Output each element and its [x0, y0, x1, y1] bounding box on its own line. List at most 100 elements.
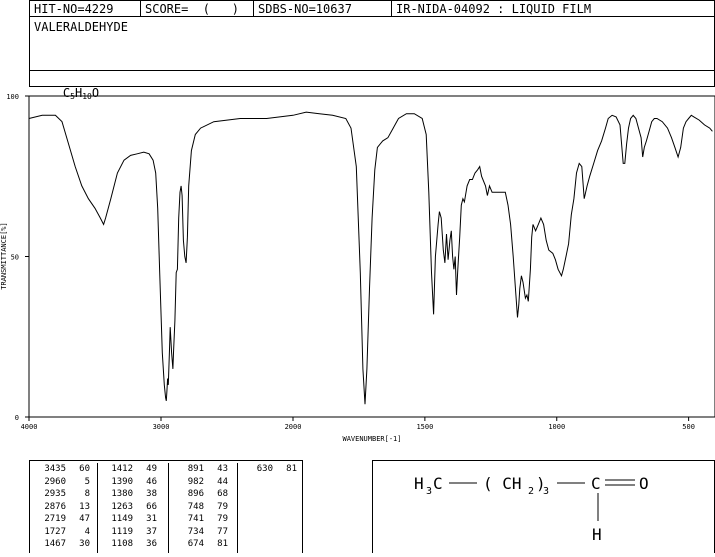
peak-wavenumber: 1727 [44, 526, 66, 537]
peak-transmittance: 79 [217, 514, 228, 524]
y-axis-label: TRANSMITTANCE[%] [0, 222, 8, 289]
peak-wavenumber: 1149 [111, 514, 133, 524]
peak-wavenumber: 1119 [111, 526, 133, 537]
peak-column: 891 43 982 44 896 68 748 79 741 79 734 77 674 81 [168, 463, 238, 553]
compound-name: VALERALDEHYDE [34, 20, 128, 34]
methylene-group: ( CH [483, 474, 522, 493]
spectrum-line [28, 111, 713, 405]
peak-transmittance: 5 [84, 476, 90, 487]
x-tick-label: 4000 [21, 423, 38, 431]
oxygen: O [639, 474, 649, 493]
score-field: SCORE= ( ) [141, 1, 254, 17]
peak-row: 674 81 [168, 538, 237, 551]
sdbs-number: SDBS-NO=10637 [254, 1, 392, 17]
peak-wavenumber: 3435 [44, 464, 66, 474]
peak-wavenumber: 1380 [111, 489, 133, 499]
peak-transmittance: 36 [146, 539, 157, 549]
peak-row: 2960 5 [30, 476, 97, 489]
peak-row: 896 68 [168, 488, 237, 501]
header-bar: HIT-NO=4229 SCORE= ( ) SDBS-NO=10637 IR-… [29, 0, 715, 17]
peak-transmittance: 30 [79, 539, 90, 549]
methylene-subscript: 2 [528, 486, 534, 497]
peak-column: 3435 60 2960 5 2935 8 2876 13 2719 47 1727 4 1467 30 [30, 463, 98, 553]
peak-transmittance: 68 [217, 489, 228, 499]
peak-row: 748 79 [168, 501, 237, 514]
peak-row: 2719 47 [30, 513, 97, 526]
y-tick-label: 50 [11, 254, 19, 262]
peak-row: 741 79 [168, 513, 237, 526]
peak-row: 982 44 [168, 476, 237, 489]
x-tick-label: 500 [682, 423, 695, 431]
peak-transmittance: 47 [79, 514, 90, 524]
peak-wavenumber: 2876 [44, 501, 66, 512]
peak-row: 2935 8 [30, 488, 97, 501]
peak-transmittance: 38 [146, 489, 157, 499]
peak-wavenumber: 1108 [111, 539, 133, 549]
structure-box: H 3 C ( CH 2 ) 3 C O H [372, 460, 715, 553]
peak-transmittance: 79 [217, 501, 228, 512]
x-axis-label: WAVENUMBER[-1] [342, 435, 401, 443]
peak-row: 1149 31 [97, 513, 168, 526]
x-tick-label: 1000 [548, 423, 565, 431]
y-axis-ticks: 0 50 100 [6, 93, 29, 422]
peak-wavenumber: 2960 [44, 476, 66, 487]
peak-row: 1119 37 [97, 526, 168, 539]
x-tick-label: 2000 [285, 423, 302, 431]
peak-wavenumber: 2719 [44, 514, 66, 524]
peak-wavenumber: 1467 [44, 539, 66, 549]
peak-wavenumber: 2935 [44, 489, 66, 499]
carbonyl-carbon: C [591, 474, 601, 493]
peak-wavenumber: 674 [187, 539, 204, 549]
peak-row: 1263 66 [97, 501, 168, 514]
peak-row: 3435 60 [30, 463, 97, 476]
peak-wavenumber: 891 [187, 464, 204, 474]
peak-wavenumber: 748 [187, 501, 204, 512]
peak-column: 630 81 [237, 463, 302, 553]
x-tick-label: 3000 [153, 423, 170, 431]
hit-number: HIT-NO=4229 [30, 1, 141, 17]
plot-frame [28, 95, 715, 418]
peak-transmittance: 31 [146, 514, 157, 524]
peak-transmittance: 66 [146, 501, 157, 512]
peak-row: 891 43 [168, 463, 237, 476]
ir-spectrum-chart: 0 50 100 4000 3000 2000 1500 1000 500 WAVENUMBE… [0, 93, 715, 443]
peak-transmittance: 37 [146, 526, 157, 537]
peak-wavenumber: 741 [187, 514, 204, 524]
peak-column: 1412 49 1390 46 1380 38 1263 66 1149 31 1119 37 1108… [97, 463, 169, 553]
repeat-count: 3 [543, 486, 549, 497]
peak-wavenumber: 630 [256, 464, 273, 474]
peak-row: 1380 38 [97, 488, 168, 501]
peak-row: 1390 46 [97, 476, 168, 489]
methyl-h: H [414, 474, 424, 493]
y-tick-label: 100 [6, 93, 19, 101]
peak-row: 1412 49 [97, 463, 168, 476]
peak-transmittance: 77 [217, 526, 228, 537]
formula-box: C5H10O [29, 70, 715, 101]
peak-transmittance: 49 [146, 464, 157, 474]
peak-row: 1467 30 [30, 538, 97, 551]
peak-wavenumber: 1263 [111, 501, 133, 512]
peak-transmittance: 43 [217, 464, 228, 474]
structure-diagram: H 3 C ( CH 2 ) 3 C O H [414, 474, 649, 544]
peak-transmittance: 46 [146, 476, 157, 487]
methyl-c: C [433, 474, 443, 493]
peak-table: 3435 60 2960 5 2935 8 2876 13 2719 47 1727 4 1467 30 1… [29, 460, 303, 553]
peak-row: 1727 4 [30, 526, 97, 539]
peak-transmittance: 4 [84, 526, 90, 537]
peak-row: 2876 13 [30, 501, 97, 514]
peak-wavenumber: 1390 [111, 476, 133, 487]
peak-row: 1108 36 [97, 538, 168, 551]
peak-row: 630 81 [237, 463, 302, 476]
peak-row: 734 77 [168, 526, 237, 539]
peak-wavenumber: 896 [187, 489, 204, 499]
peak-transmittance: 8 [84, 489, 90, 499]
x-axis-ticks: 4000 3000 2000 1500 1000 500 [21, 417, 695, 431]
ir-number: IR-NIDA-04092 : LIQUID FILM [396, 2, 592, 16]
methyl-subscript: 3 [426, 486, 432, 497]
aldehyde-hydrogen: H [592, 525, 602, 544]
peak-transmittance: 81 [217, 539, 228, 549]
y-tick-label: 0 [15, 414, 19, 422]
peak-transmittance: 81 [286, 464, 297, 474]
peak-wavenumber: 734 [187, 526, 204, 537]
peak-transmittance: 60 [79, 464, 90, 474]
